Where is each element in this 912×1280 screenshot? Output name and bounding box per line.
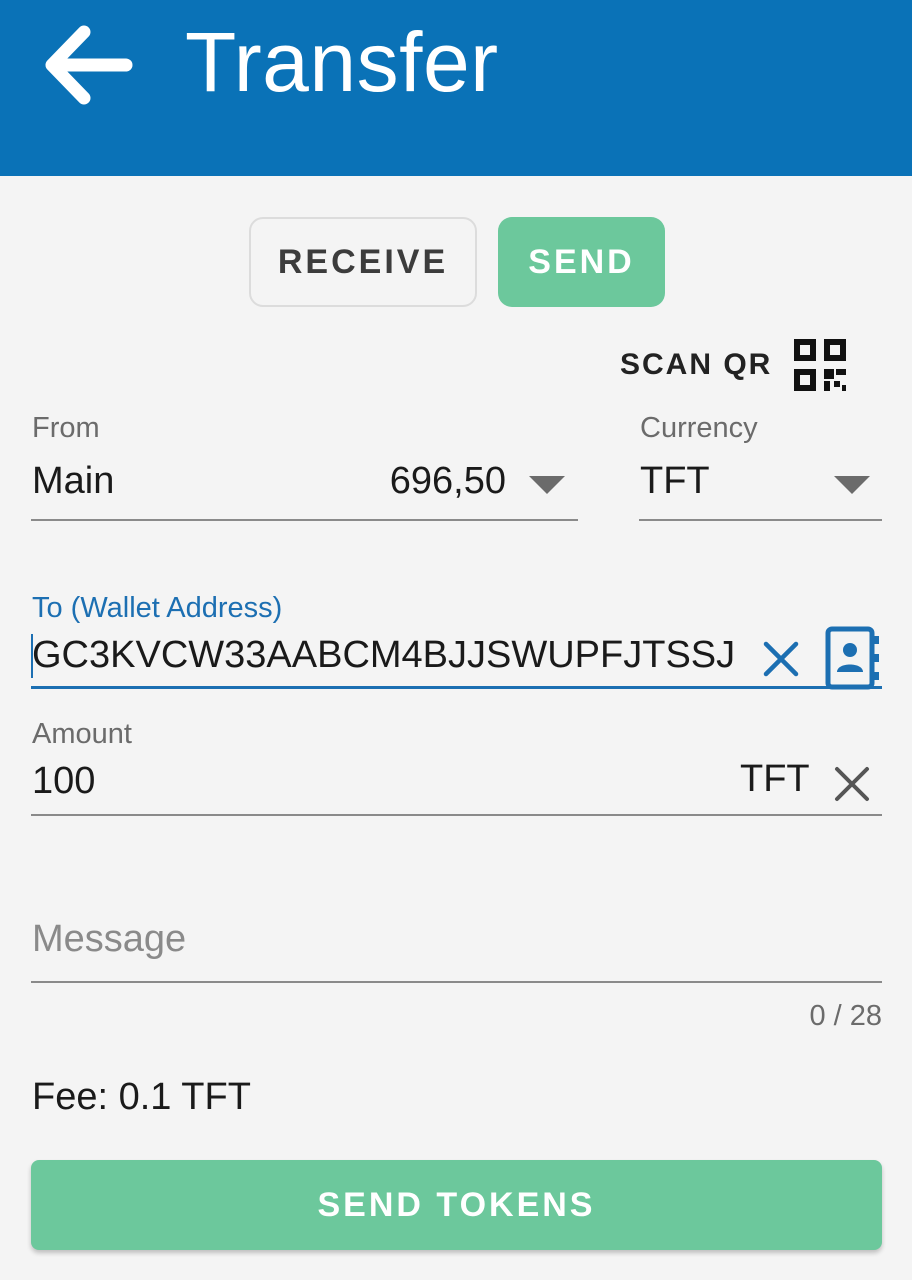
send-button[interactable]: SEND (498, 217, 665, 307)
send-tokens-button[interactable]: SEND TOKENS (31, 1160, 882, 1250)
message-char-counter: 0 / 28 (809, 1000, 882, 1032)
scan-qr-button[interactable]: SCAN QR (620, 335, 850, 395)
page-title: Transfer (185, 15, 499, 109)
message-input[interactable]: Message (32, 918, 186, 961)
amount-input[interactable]: 100 (32, 760, 95, 803)
wallet-address-input[interactable]: GC3KVCW33AABCM4BJJSWUPFJTSSJ (32, 630, 744, 680)
chevron-down-icon (834, 476, 870, 494)
currency-underline (639, 519, 882, 521)
from-wallet-value: Main (32, 460, 115, 502)
from-underline (31, 519, 578, 521)
scan-qr-label: SCAN QR (620, 348, 773, 381)
to-label: To (Wallet Address) (32, 592, 283, 624)
to-underline (31, 686, 882, 689)
currency-label: Currency (640, 412, 758, 444)
app-bar: Transfer (0, 0, 912, 176)
currency-value: TFT (640, 460, 710, 502)
from-label: From (32, 412, 100, 444)
from-balance-value: 696,50 (389, 460, 506, 502)
from-select[interactable]: Main 696,50 (31, 450, 578, 522)
text-cursor (31, 634, 33, 678)
arrow-left-icon[interactable] (40, 20, 136, 110)
close-icon[interactable] (760, 638, 802, 680)
amount-label: Amount (32, 718, 132, 750)
fee-text: Fee: 0.1 TFT (32, 1076, 251, 1118)
amount-unit: TFT (740, 758, 810, 800)
message-underline (31, 981, 882, 983)
address-book-icon[interactable] (822, 626, 882, 690)
currency-select[interactable]: TFT (639, 450, 882, 522)
close-icon[interactable] (830, 762, 874, 806)
receive-button[interactable]: RECEIVE (249, 217, 477, 307)
chevron-down-icon (529, 476, 565, 494)
amount-underline (31, 814, 882, 816)
qr-code-icon (794, 339, 847, 391)
